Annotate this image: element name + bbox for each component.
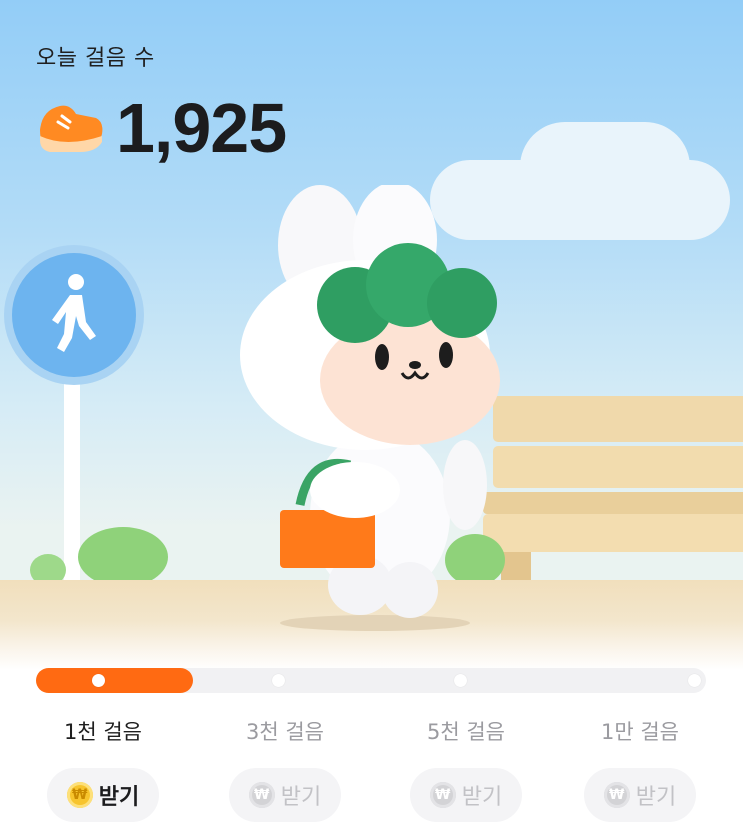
claim-button-10k[interactable]: ₩ 받기	[584, 768, 696, 822]
claim-button-3k[interactable]: ₩ 받기	[229, 768, 341, 822]
step-count-row: 1,925	[36, 88, 287, 168]
today-steps-header: 오늘 걸음 수	[36, 40, 155, 72]
milestone-dot	[272, 674, 285, 687]
claim-button-1k[interactable]: ₩ 받기	[47, 768, 159, 822]
step-progress-fill	[36, 668, 194, 693]
milestone-label-5k: 5천 걸음	[427, 720, 505, 744]
claim-button-5k[interactable]: ₩ 받기	[410, 768, 522, 822]
milestone-label-3k: 3천 걸음	[246, 720, 324, 744]
won-coin-icon: ₩	[429, 782, 456, 808]
claim-button-label: 받기	[280, 785, 322, 810]
milestone-dot	[454, 674, 467, 687]
claim-button-label: 받기	[461, 785, 503, 810]
sneaker-icon	[40, 105, 103, 152]
bunny-character	[240, 185, 500, 631]
step-count-value: 1,925	[116, 89, 287, 167]
step-progress-bar	[36, 668, 706, 693]
won-coin-icon: ₩	[66, 782, 93, 808]
won-coin-icon: ₩	[603, 782, 630, 808]
milestone-dot	[688, 674, 701, 687]
claim-button-label: 받기	[98, 785, 140, 810]
milestone-label-1k: 1천 걸음	[64, 720, 142, 744]
milestone-dot	[92, 674, 105, 687]
won-coin-icon: ₩	[248, 782, 275, 808]
page-title: 오늘 걸음 수	[36, 46, 155, 71]
claim-button-label: 받기	[635, 785, 677, 810]
milestone-label-10k: 1만 걸음	[601, 720, 679, 744]
